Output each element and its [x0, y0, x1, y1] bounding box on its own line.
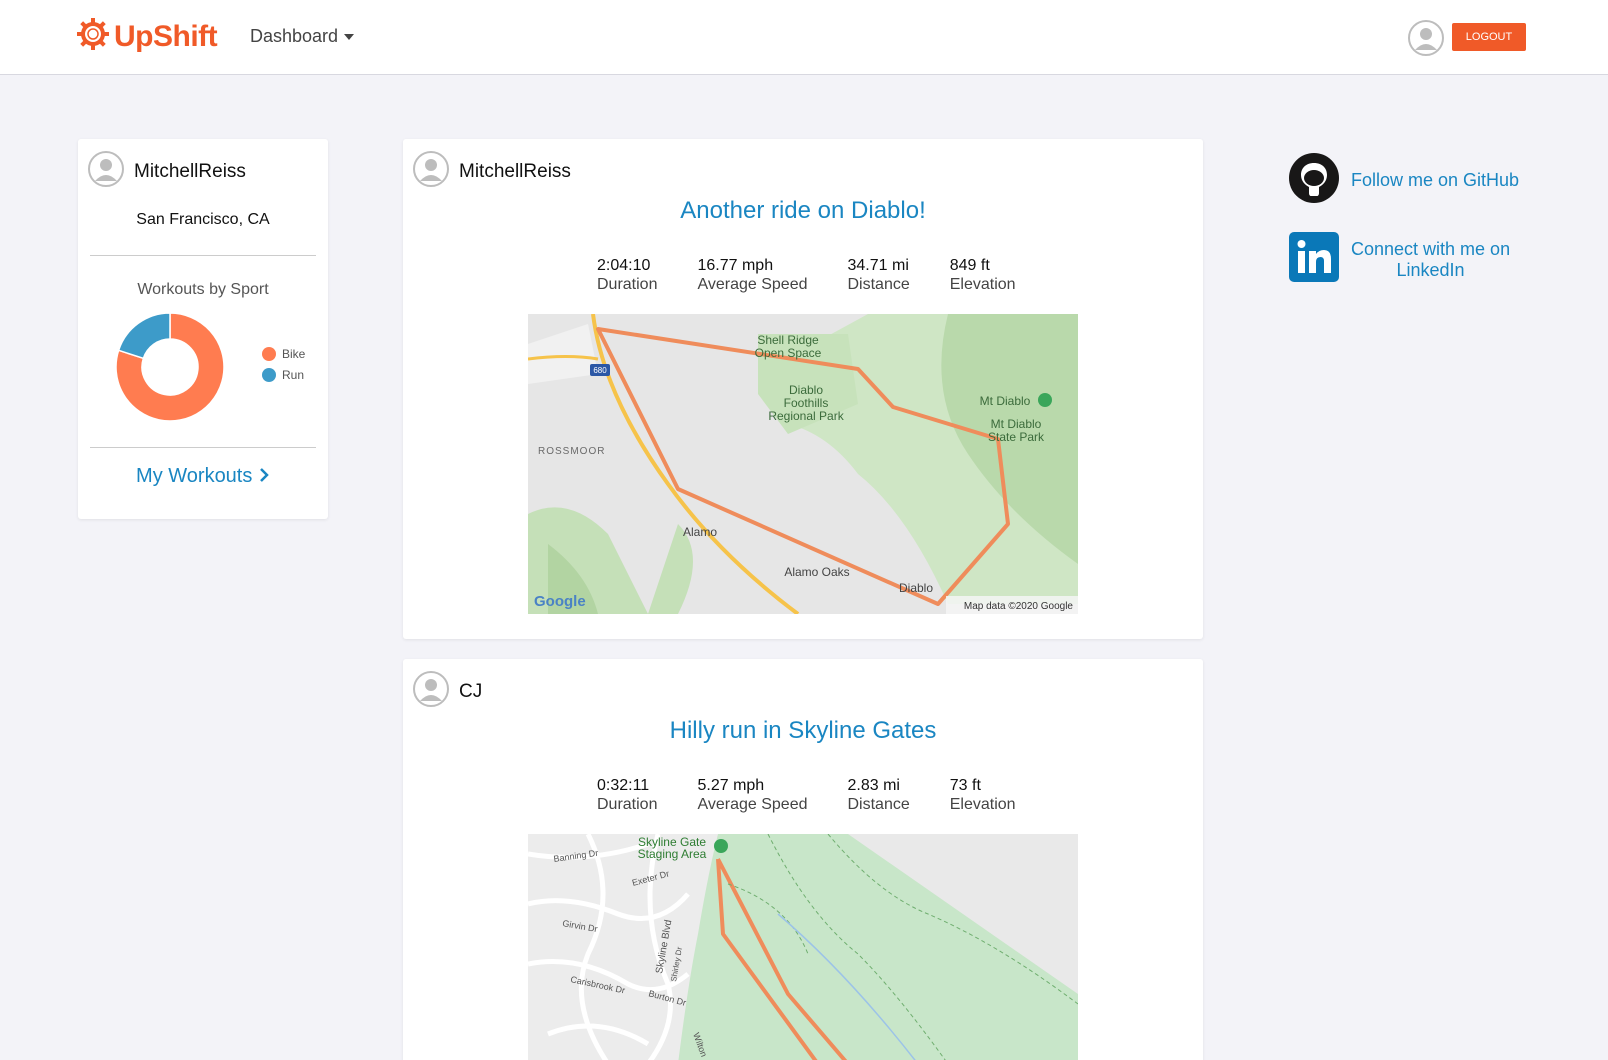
- map-label: Mt Diablo: [980, 394, 1031, 408]
- linkedin-icon: [1289, 232, 1339, 287]
- github-link[interactable]: Follow me on GitHub: [1289, 153, 1519, 208]
- route-map[interactable]: Skyline Gate Staging Area Banning Dr Exe…: [528, 834, 1078, 1060]
- stat-distance: 34.71 mi Distance: [848, 257, 910, 294]
- stat-average-speed: 16.77 mph Average Speed: [697, 257, 807, 294]
- avatar-icon: [88, 151, 124, 192]
- map-label: Open Space: [755, 346, 822, 360]
- legend-swatch: [262, 368, 276, 382]
- caret-down-icon: [344, 33, 355, 40]
- map-label: 680: [593, 366, 607, 375]
- linkedin-link[interactable]: Connect with me on LinkedIn: [1289, 232, 1510, 287]
- profile-header: MitchellReiss: [88, 151, 246, 192]
- dashboard-label: Dashboard: [250, 26, 339, 46]
- logout-button[interactable]: LOGOUT: [1452, 23, 1526, 51]
- stat-duration: 2:04:10 Duration: [597, 257, 657, 294]
- dashboard-dropdown[interactable]: Dashboard: [250, 26, 355, 47]
- stat-value: 0:32:11: [597, 777, 650, 794]
- stat-elevation: 849 ft Elevation: [950, 257, 1016, 294]
- stat-label: Average Speed: [697, 796, 808, 813]
- workout-stats: 0:32:11 Duration 5.27 mph Average Speed …: [597, 777, 1056, 814]
- stat-value: 849 ft: [949, 257, 990, 274]
- map-label: Mt Diablo: [991, 417, 1042, 431]
- stat-value: 73 ft: [949, 777, 981, 794]
- stat-average-speed: 5.27 mph Average Speed: [697, 777, 807, 814]
- legend-label: Run: [282, 368, 305, 382]
- my-workouts-link[interactable]: My Workouts: [78, 465, 328, 488]
- avatar-icon: [413, 671, 449, 712]
- github-icon: [1289, 153, 1339, 208]
- brand-name: UpShift: [114, 19, 218, 53]
- stat-label: Duration: [597, 276, 658, 293]
- map-label: Shell Ridge: [757, 333, 819, 347]
- map-label: Alamo Oaks: [784, 565, 849, 579]
- linkedin-label-line: LinkedIn: [1396, 259, 1465, 280]
- map-label: State Park: [988, 430, 1045, 444]
- park-pin-icon: [1038, 393, 1052, 407]
- user-avatar-icon[interactable]: [1408, 20, 1444, 61]
- stat-label: Distance: [847, 796, 910, 813]
- post-header: CJ: [413, 671, 482, 712]
- linkedin-label-line: Connect with me on: [1351, 238, 1511, 259]
- workout-post-card: MitchellReiss Another ride on Diablo! 2:…: [403, 139, 1203, 639]
- stat-label: Average Speed: [697, 276, 808, 293]
- divider: [90, 447, 316, 448]
- sport-donut-chart: [115, 312, 225, 422]
- google-logo: Google: [534, 593, 586, 610]
- chart-legend: Bike Run: [262, 347, 305, 389]
- legend-item-bike[interactable]: Bike: [262, 347, 305, 361]
- map-label: Foothills: [784, 396, 829, 410]
- map-label: Regional Park: [768, 409, 844, 423]
- map-copyright: Map data ©2020 Google: [964, 601, 1074, 612]
- map-label: ROSSMOOR: [538, 446, 605, 457]
- stat-label: Distance: [847, 276, 910, 293]
- map-label: Staging Area: [638, 847, 707, 861]
- post-title-link[interactable]: Hilly run in Skyline Gates: [403, 717, 1203, 745]
- stat-value: 34.71 mi: [847, 257, 909, 274]
- stat-elevation: 73 ft Elevation: [950, 777, 1016, 814]
- profile-card: MitchellReiss San Francisco, CA Workouts…: [78, 139, 328, 519]
- stat-label: Elevation: [949, 796, 1016, 813]
- stat-value: 16.77 mph: [697, 257, 774, 274]
- top-navbar: UpShift Dashboard LOGOUT: [0, 0, 1608, 75]
- github-label: Follow me on GitHub: [1351, 170, 1520, 190]
- stat-distance: 2.83 mi Distance: [848, 777, 910, 814]
- map-label: Diablo: [789, 383, 823, 397]
- brand-logo-link[interactable]: UpShift: [76, 17, 218, 56]
- route-map[interactable]: 680 Shell Ridge Open Space Diablo Foothi…: [528, 314, 1078, 614]
- post-title-link[interactable]: Another ride on Diablo!: [403, 197, 1203, 225]
- chart-title: Workouts by Sport: [137, 281, 269, 298]
- map-label: Alamo: [683, 525, 717, 539]
- avatar-icon: [413, 151, 449, 192]
- stat-value: 2:04:10: [597, 257, 651, 274]
- post-header: MitchellReiss: [413, 151, 571, 192]
- stat-label: Duration: [597, 796, 658, 813]
- stat-value: 5.27 mph: [697, 777, 765, 794]
- workout-post-card: CJ Hilly run in Skyline Gates 0:32:11 Du…: [403, 659, 1203, 1060]
- post-username: MitchellReiss: [459, 160, 571, 182]
- map-label: Diablo: [899, 581, 933, 595]
- stat-label: Elevation: [949, 276, 1016, 293]
- divider: [90, 255, 316, 256]
- post-username: CJ: [459, 680, 483, 702]
- gear-logo-icon: [76, 17, 110, 56]
- stat-value: 2.83 mi: [847, 777, 900, 794]
- linkedin-label: Connect with me on LinkedIn: [1351, 239, 1510, 281]
- legend-item-run[interactable]: Run: [262, 368, 305, 382]
- donut-slice-run[interactable]: [117, 312, 171, 360]
- legend-label: Bike: [282, 347, 306, 361]
- legend-swatch: [262, 347, 276, 361]
- profile-username: MitchellReiss: [134, 160, 246, 182]
- stat-duration: 0:32:11 Duration: [597, 777, 657, 814]
- profile-location: San Francisco, CA: [136, 211, 270, 228]
- trailhead-pin-icon: [714, 839, 728, 853]
- chevron-right-icon: [258, 465, 270, 487]
- workout-stats: 2:04:10 Duration 16.77 mph Average Speed…: [597, 257, 1056, 294]
- my-workouts-label: My Workouts: [136, 465, 253, 487]
